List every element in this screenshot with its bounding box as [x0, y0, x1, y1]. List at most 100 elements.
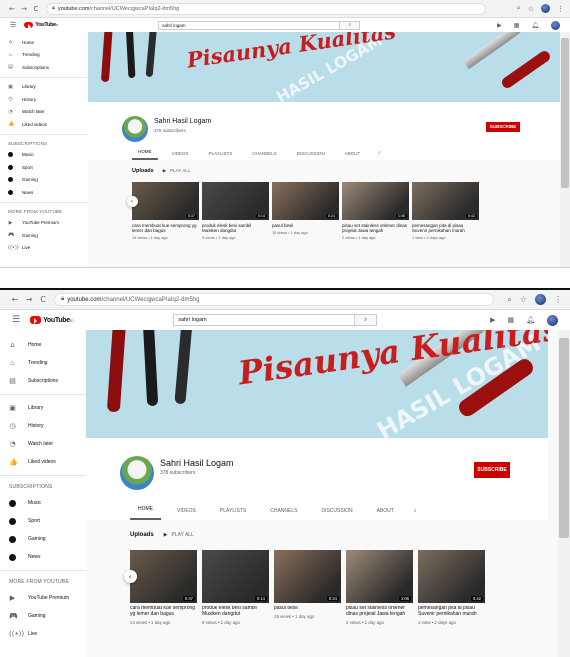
sidebar-item-home[interactable]: ⌂ Home: [0, 36, 88, 49]
star-icon[interactable]: ☆: [520, 295, 527, 304]
star-icon[interactable]: ☆: [528, 5, 534, 13]
video-title[interactable]: pemesangan pita di pisau Suvenir pernika…: [412, 223, 479, 233]
subscribe-button[interactable]: SUBSCRIBE: [474, 462, 510, 478]
tab-home[interactable]: HOME: [132, 149, 158, 160]
sidebar-item-subscriptions[interactable]: ▤ Subscriptions: [0, 372, 86, 390]
video-card[interactable]: 0:37 cara membuat kue semprong yg lemer d…: [132, 182, 199, 240]
tab-playlists[interactable]: PLAYLISTS: [203, 151, 239, 160]
video-thumbnail[interactable]: 0:24: [274, 550, 341, 603]
video-title[interactable]: cara membuat kue semprong yg lemer dan b…: [132, 223, 199, 233]
video-title[interactable]: pasul besil: [274, 606, 341, 612]
video-thumbnail[interactable]: 0:14: [202, 550, 269, 603]
video-thumbnail[interactable]: 0:42: [418, 550, 485, 603]
tab-channels[interactable]: CHANNELS: [246, 151, 283, 160]
sidebar-item-history[interactable]: ◷ History: [0, 417, 86, 435]
video-card[interactable]: 0:24 pasul besil 15 views • 1 day ago: [274, 550, 341, 625]
video-thumbnail[interactable]: 0:14: [202, 182, 269, 220]
video-title[interactable]: pasul besil: [272, 223, 339, 228]
channel-avatar[interactable]: [120, 456, 154, 490]
create-video-icon[interactable]: ▶: [490, 316, 495, 324]
sidebar-item-watch-later[interactable]: ◔ Watch later: [0, 435, 86, 453]
apps-grid-icon[interactable]: ▦: [514, 22, 520, 29]
video-title[interactable]: pisau set stainless onlener dinas projei…: [346, 606, 413, 618]
account-avatar[interactable]: [551, 20, 560, 30]
video-card[interactable]: 0:42 pemesangan pita di pisau Suvenir per…: [418, 550, 485, 625]
create-video-icon[interactable]: ▶: [497, 22, 502, 29]
video-card[interactable]: 0:14 produk elesk besi sambil Musiken dan…: [202, 550, 269, 625]
video-card[interactable]: 1:06 pisau set stainless onlener dinas pr…: [342, 182, 409, 240]
magnifier-icon[interactable]: ⌕: [507, 295, 511, 305]
tab-discussion[interactable]: DISCUSSION: [313, 508, 360, 520]
video-card[interactable]: 0:37 cara membuat kue semprong yg lemer d…: [130, 550, 197, 625]
video-thumbnail[interactable]: 0:37: [130, 550, 197, 603]
account-avatar[interactable]: [547, 314, 558, 326]
youtube-logo[interactable]: YouTube ID: [30, 316, 74, 324]
search-button[interactable]: ⌕: [340, 20, 361, 30]
back-button[interactable]: ←: [6, 5, 18, 13]
sidebar-item-liked-videos[interactable]: 👍 Liked videos: [0, 118, 88, 131]
sidebar-item-news[interactable]: News: [0, 186, 88, 199]
youtube-logo[interactable]: YouTube ID: [24, 22, 59, 30]
video-thumbnail[interactable]: 0:24: [272, 182, 339, 220]
sidebar-item-subscriptions[interactable]: ▤ Subscriptions: [0, 61, 88, 74]
profile-icon[interactable]: [541, 4, 550, 13]
video-card[interactable]: 0:14 produk elesk besi sambil Musiken dan…: [202, 182, 269, 240]
apps-grid-icon[interactable]: ▦: [507, 316, 514, 324]
sidebar-item-gaming[interactable]: Gaming: [0, 174, 88, 187]
address-bar[interactable]: 🔒︎ youtube.com /channel/UCWecqjwcaPIaIq2…: [54, 293, 494, 306]
scrollbar-thumb[interactable]: [559, 338, 569, 538]
browser-menu-icon[interactable]: ⋮: [557, 5, 564, 13]
page-scrollbar[interactable]: [560, 32, 570, 267]
sidebar-item-music[interactable]: Music: [0, 149, 88, 162]
sidebar-item-watch-later[interactable]: ◔ Watch later: [0, 106, 88, 119]
sidebar-item-history[interactable]: ◷ History: [0, 93, 88, 106]
back-button[interactable]: ←: [8, 295, 22, 304]
shelf-prev-arrow[interactable]: ‹: [123, 570, 137, 583]
tab-videos[interactable]: VIDEOS: [169, 508, 204, 520]
video-card[interactable]: 1:06 pisau set stainless onlener dinas pr…: [346, 550, 413, 625]
address-bar[interactable]: 🔒︎ youtube.com /channel/UCWecqjwcaPIaIq2…: [46, 2, 486, 15]
video-card[interactable]: 0:42 pemesangan pita di pisau Suvenir per…: [412, 182, 479, 240]
sidebar-item-youtube-premium[interactable]: ▶ YouTube Premium: [0, 589, 86, 607]
channel-search-icon[interactable]: ⌕: [410, 508, 421, 520]
tab-videos[interactable]: VIDEOS: [166, 151, 195, 160]
reload-button[interactable]: C: [30, 5, 42, 13]
video-title[interactable]: produk elesk besi sambil Musiken dangdut: [202, 606, 269, 618]
play-all-button[interactable]: ▶ PLAY ALL: [163, 168, 191, 174]
browser-menu-icon[interactable]: ⋮: [554, 295, 562, 304]
tab-about[interactable]: ABOUT: [339, 151, 367, 160]
notifications-bell-icon[interactable]: 🔔︎: [526, 316, 535, 324]
magnifier-icon[interactable]: ⌕: [517, 5, 521, 13]
sidebar-item-youtube-premium[interactable]: ▶ YouTube Premium: [0, 217, 88, 230]
video-thumbnail[interactable]: 1:06: [346, 550, 413, 603]
sidebar-item-live[interactable]: ((•)) Live: [0, 625, 86, 643]
channel-search-icon[interactable]: ⌕: [374, 150, 385, 160]
shelf-prev-arrow[interactable]: ‹: [126, 195, 138, 207]
sidebar-item-trending[interactable]: ♨ Trending: [0, 49, 88, 62]
scrollbar-thumb[interactable]: [561, 38, 569, 188]
reload-button[interactable]: C: [36, 295, 50, 304]
sidebar-item-gaming[interactable]: Gaming: [0, 530, 86, 548]
search-input[interactable]: sahri logam: [173, 314, 356, 326]
video-card[interactable]: 0:24 pasul besil 15 views • 1 day ago: [272, 182, 339, 240]
video-title[interactable]: cara membuat kue semprong yg lemer dan b…: [130, 606, 197, 618]
channel-avatar[interactable]: [122, 116, 148, 142]
play-all-button[interactable]: ▶ PLAY ALL: [164, 532, 194, 538]
search-input[interactable]: sahri logam: [158, 20, 341, 30]
tab-playlists[interactable]: PLAYLISTS: [212, 508, 254, 520]
tab-discussion[interactable]: DISCUSSION: [291, 151, 331, 160]
video-title[interactable]: pisau set stainless onlener dinas projei…: [342, 223, 409, 233]
tab-channels[interactable]: CHANNELS: [262, 508, 305, 520]
hamburger-menu-icon[interactable]: ☰: [12, 315, 20, 325]
video-thumbnail[interactable]: 0:37: [132, 182, 199, 220]
tab-about[interactable]: ABOUT: [369, 508, 402, 520]
search-button[interactable]: ⌕: [355, 314, 378, 326]
sidebar-item-news[interactable]: News: [0, 548, 86, 566]
profile-icon[interactable]: [535, 294, 546, 305]
sidebar-item-gaming[interactable]: 🎮 Gaming: [0, 229, 88, 242]
sidebar-item-trending[interactable]: ♨ Trending: [0, 354, 86, 372]
video-title[interactable]: produk elesk besi sambil Musiken dangdut: [202, 223, 269, 233]
sidebar-item-music[interactable]: Music: [0, 494, 86, 512]
sidebar-item-library[interactable]: ▣ Library: [0, 399, 86, 417]
notifications-bell-icon[interactable]: 🔔︎: [531, 22, 539, 29]
